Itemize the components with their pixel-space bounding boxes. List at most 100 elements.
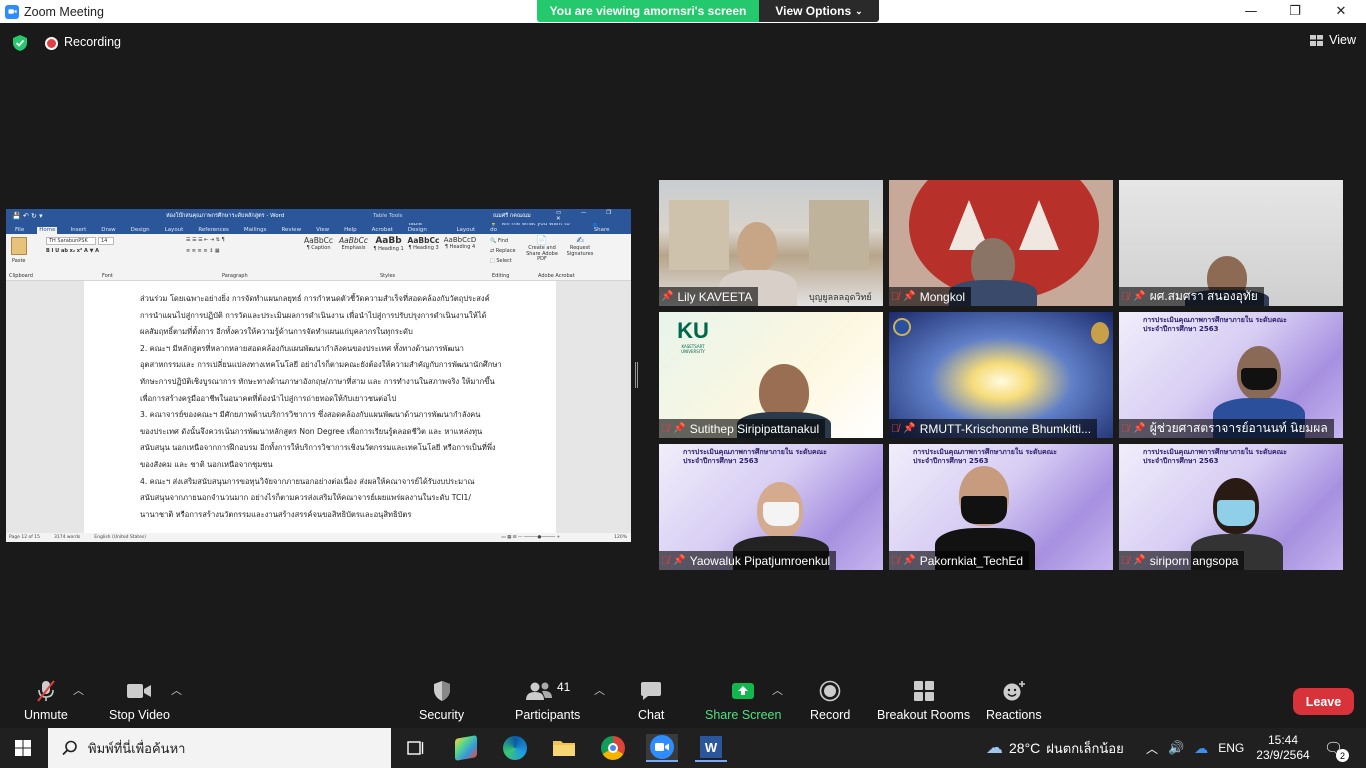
style-heading-3[interactable]: AaBbCc ¶ Heading 3 (407, 236, 440, 264)
task-view-icon[interactable] (400, 734, 432, 762)
unmute-button[interactable]: Unmute (24, 678, 68, 722)
replace-button[interactable]: ⇄ Replace (490, 246, 516, 256)
style-heading-4[interactable]: AaBbCcD ¶ Heading 4 (442, 236, 478, 264)
action-center-button[interactable]: 🗨 2 (1324, 728, 1349, 768)
word-tab-home[interactable]: Home (37, 227, 58, 234)
view-button[interactable]: View (1310, 33, 1356, 47)
word-page[interactable]: ส่วนร่วม โดยเฉพาะอย่างยิ่ง การจัดทำแผนกล… (84, 281, 556, 533)
search-placeholder: พิมพ์ที่นี่เพื่อค้นหา (88, 741, 186, 757)
view-label: View (1329, 33, 1356, 47)
font-size-box[interactable]: 14 (98, 237, 114, 245)
video-tile[interactable]: บุญยูลลลอุดวิทย์ 📌 Lily KAVEETA (659, 180, 883, 306)
shared-screen[interactable]: 💾 ↶ ↻ ▾ ห่องโบ๊กสนคุณภาพกรศึกษาระดับหลัก… (6, 209, 631, 542)
create-pdf-button[interactable]: 📄 Create and Share Adobe PDF (524, 236, 560, 263)
share-screen-button[interactable]: Share Screen (705, 678, 781, 722)
restore-button[interactable]: ❐ (1272, 0, 1318, 23)
word-window-controls[interactable]: ▭ — ❐ ✕ (556, 210, 631, 222)
ku-logo: KU KASETSART UNIVERSITY (677, 318, 709, 354)
video-tile[interactable]: การประเมินคุณภาพการศึกษาภายใน ระดับคณะ ป… (1119, 312, 1343, 438)
word-tab-acrobat[interactable]: Acrobat (370, 227, 395, 234)
video-tile[interactable]: 🎙̸ 📌 Mongkol (889, 180, 1113, 306)
style-heading-1[interactable]: AaBb ¶ Heading 1 (372, 236, 405, 264)
word-tab-insert[interactable]: Insert (68, 227, 88, 234)
edge-browser-icon[interactable] (499, 734, 531, 762)
record-label: Record (810, 708, 851, 722)
zoom-app-icon[interactable] (646, 734, 678, 762)
taskbar-search-box[interactable]: พิมพ์ที่นี่เพื่อค้นหา (48, 728, 391, 768)
word-tab-mailings[interactable]: Mailings (242, 227, 269, 234)
word-tab-file[interactable]: File (13, 227, 26, 234)
leave-button[interactable]: Leave (1293, 688, 1354, 715)
font-name-box[interactable]: TH SarabunPSK (46, 237, 96, 245)
input-language[interactable]: ENG (1218, 741, 1244, 755)
volume-icon[interactable]: 🔊 (1168, 740, 1184, 756)
clock[interactable]: 15:44 23/9/2564 (1255, 728, 1311, 768)
faculty-logo-icon (1091, 322, 1109, 344)
chrome-browser-icon[interactable] (597, 734, 629, 762)
muted-mic-icon: 🎙̸ (1121, 290, 1130, 303)
participant-name-tag: 🎙̸ 📌 Yaowaluk Pipatjumroenkul (659, 551, 837, 570)
word-tab-view[interactable]: View (314, 227, 331, 234)
word-save-icon[interactable]: 💾 ↶ ↻ ▾ (12, 212, 43, 220)
close-button[interactable]: ✕ (1318, 0, 1364, 23)
audio-options-caret-icon[interactable]: ︿ (73, 682, 84, 698)
muted-mic-icon: 🎙̸ (891, 290, 900, 303)
styles-gallery[interactable]: AaBbCc ¶ Caption AaBbCc Emphasis AaBb ¶ Hea… (302, 236, 478, 264)
video-tile[interactable]: KU KASETSART UNIVERSITY 🎙̸ 📌 Sutithep Si… (659, 312, 883, 438)
word-tab-draw[interactable]: Draw (99, 227, 117, 234)
paste-label: Paste (12, 258, 26, 264)
word-ribbon: Paste TH SarabunPSK 14 B I U ab x₂ x² A … (6, 234, 631, 281)
paste-icon[interactable] (11, 237, 27, 255)
view-options-button[interactable]: View Options ⌄ (759, 0, 879, 22)
participants-caret-icon[interactable]: ︿ (594, 682, 605, 698)
zoom-slider[interactable]: ▭ ▦ ⊟ — ─────●───── + (501, 535, 560, 540)
style-emphasis[interactable]: AaBbCc Emphasis (337, 236, 370, 264)
font-format-buttons[interactable]: B I U ab x₂ x² A ▼ A (46, 248, 99, 254)
select-button[interactable]: ⬚ Select (490, 256, 516, 266)
video-tile[interactable]: การประเมินคุณภาพการศึกษาภายใน ระดับคณะ ป… (659, 444, 883, 570)
participant-name-tag: 🎙̸ 📌 ผศ.สมศรา สนองอุทัย (1119, 287, 1264, 306)
show-hidden-icons-chevron-icon[interactable]: ︿ (1146, 740, 1158, 757)
video-tile[interactable]: การประเมินคุณภาพการศึกษาภายใน ระดับคณะ ป… (889, 444, 1113, 570)
chat-button[interactable]: Chat (638, 678, 664, 722)
bluestacks-app-icon[interactable] (450, 734, 482, 762)
reactions-button[interactable]: Reactions (986, 678, 1042, 722)
word-tab-help[interactable]: Help (342, 227, 359, 234)
paragraph-buttons[interactable]: ☰ ☰ ☰ ⇤ ⇥ ⇅ ¶ (186, 237, 225, 243)
record-icon (819, 680, 841, 702)
encryption-shield-icon[interactable] (11, 34, 29, 52)
word-app-icon[interactable]: W (695, 734, 727, 762)
video-tile[interactable]: การประเมินคุณภาพการศึกษาภายใน ระดับคณะ ป… (1119, 444, 1343, 570)
record-button[interactable]: Record (810, 678, 850, 722)
weather-condition: ฝนตกเล็กน้อย (1046, 740, 1124, 756)
muted-mic-icon: 🎙̸ (661, 554, 670, 567)
video-options-caret-icon[interactable]: ︿ (171, 682, 182, 698)
word-tab-references[interactable]: References (196, 227, 231, 234)
word-tab-layout[interactable]: Layout (163, 227, 186, 234)
align-buttons[interactable]: ≡ ≡ ≡ ≡ ↕ ▦ (186, 248, 220, 254)
participant-name-tag: 🎙̸ 📌 Pakornkiat_TechEd (889, 551, 1030, 570)
editing-group[interactable]: 🔍 Find ⇄ Replace ⬚ Select (490, 236, 516, 266)
word-tab-design[interactable]: Design (129, 227, 152, 234)
windows-start-icon[interactable] (15, 740, 31, 756)
grid-view-icon (1310, 34, 1324, 46)
onedrive-cloud-icon[interactable]: ☁ (1194, 740, 1208, 757)
word-document-area[interactable]: ส่วนร่วม โดยเฉพาะอย่างยิ่ง การจัดทำแผนกล… (6, 281, 631, 533)
word-tab-review[interactable]: Review (279, 227, 303, 234)
find-button[interactable]: 🔍 Find (490, 236, 516, 246)
weather-widget[interactable]: ☁ 28°C ฝนตกเล็กน้อย (986, 728, 1124, 768)
video-tile[interactable]: 🎙̸ 📌 ผศ.สมศรา สนองอุทัย (1119, 180, 1343, 306)
file-explorer-icon[interactable] (548, 734, 580, 762)
participants-button[interactable]: 41 Participants (515, 678, 580, 722)
video-tile[interactable]: 🎙̸ 📌 RMUTT-Krischonme Bhumkitti... (889, 312, 1113, 438)
word-tab-table-layout[interactable]: Layout (454, 227, 477, 234)
style-caption[interactable]: AaBbCc ¶ Caption (302, 236, 335, 264)
security-button[interactable]: Security (419, 678, 464, 722)
stop-video-button[interactable]: Stop Video (109, 678, 170, 722)
recording-label[interactable]: Recording (64, 35, 121, 49)
breakout-rooms-button[interactable]: Breakout Rooms (877, 678, 970, 722)
minimize-button[interactable]: — (1228, 0, 1274, 23)
request-signatures-button[interactable]: ✍ Request Signatures (564, 236, 596, 257)
splitter-handle[interactable] (635, 362, 638, 388)
share-options-caret-icon[interactable]: ︿ (772, 682, 783, 698)
